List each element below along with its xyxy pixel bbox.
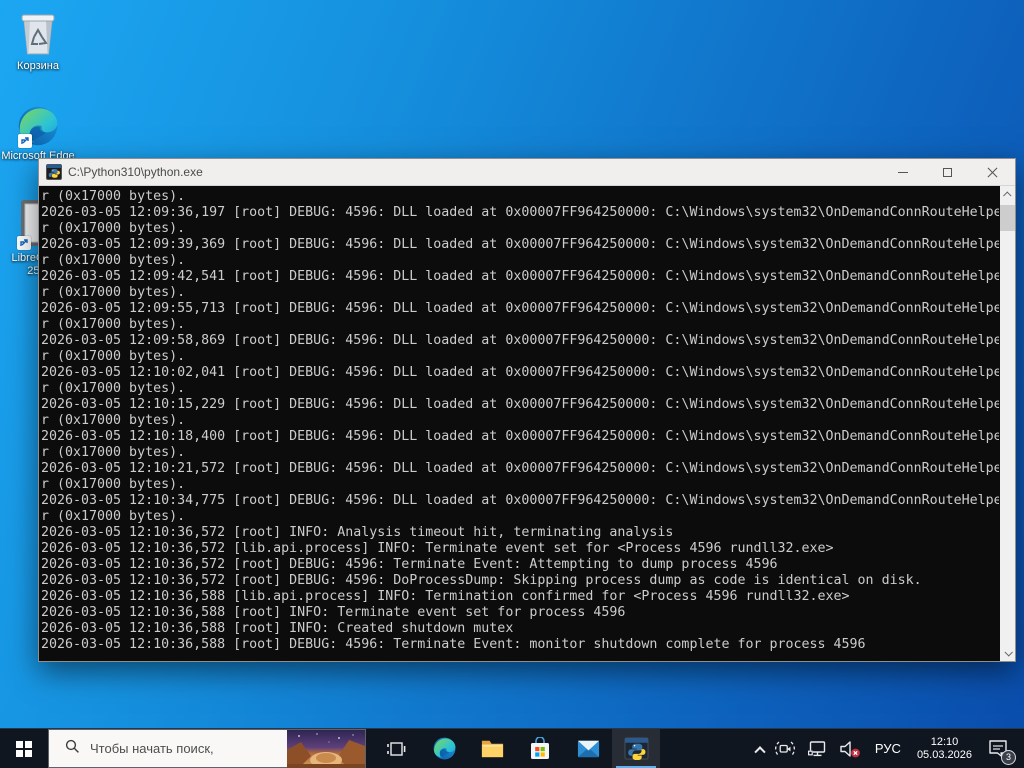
system-tray: РУС 12:10 05.03.2026 3 [751,729,1024,768]
taskbar-edge-button[interactable] [420,729,468,768]
clock-date: 05.03.2026 [916,748,972,761]
action-center-button[interactable]: 3 [980,729,1020,768]
meet-now-icon [774,740,795,757]
shortcut-arrow-icon [17,236,31,250]
console-log-line: 2026-03-05 12:09:58,869 [root] DEBUG: 45… [41,333,999,348]
show-hidden-icons-button[interactable] [751,729,769,768]
search-highlight-image[interactable] [287,730,365,768]
chevron-up-icon [1002,190,1012,200]
task-view-button[interactable] [372,729,420,768]
console-log-line: 2026-03-05 12:09:36,197 [root] DEBUG: 45… [41,205,999,220]
minimize-icon [897,171,908,173]
python-console-icon [46,164,62,180]
microsoft-store-icon [531,736,549,759]
console-log-line: 2026-03-05 12:10:36,588 [lib.api.process… [41,589,850,604]
desktop-icon-label: Корзина [17,60,59,72]
console-log-line: 2026-03-05 12:10:36,572 [root] DEBUG: 45… [41,557,778,572]
recycle-bin-icon [14,10,62,58]
vertical-scrollbar[interactable] [1000,186,1015,661]
console-log-line: r (0x17000 bytes). [41,189,186,204]
console-log-line: r (0x17000 bytes). [41,253,186,268]
console-log-line: 2026-03-05 12:10:15,229 [root] DEBUG: 45… [41,397,999,412]
console-log-line: r (0x17000 bytes). [41,413,186,428]
console-log-line: 2026-03-05 12:09:42,541 [root] DEBUG: 45… [41,269,999,284]
console-log-line: r (0x17000 bytes). [41,285,186,300]
console-log-line: 2026-03-05 12:09:55,713 [root] DEBUG: 45… [41,301,999,316]
console-log-line: 2026-03-05 12:10:36,572 [root] INFO: Ana… [41,525,674,540]
console-log-line: r (0x17000 bytes). [41,477,186,492]
scroll-down-button[interactable] [1000,645,1015,660]
console-window: C:\Python310\python.exe r (0x17000 bytes… [38,158,1016,662]
taskbar-mail-button[interactable] [564,729,612,768]
start-button[interactable] [0,729,48,768]
maximize-button[interactable] [925,159,970,186]
network-button[interactable] [801,729,833,768]
search-input[interactable] [90,741,260,756]
window-title: C:\Python310\python.exe [68,165,203,179]
console-log-line: r (0x17000 bytes). [41,349,186,364]
python-console-icon [623,737,649,761]
taskbar-python-console-button[interactable] [612,729,660,768]
taskbar: РУС 12:10 05.03.2026 3 [0,728,1024,768]
taskbar-search[interactable] [48,729,366,768]
scrollbar-thumb[interactable] [1000,205,1015,231]
chevron-up-icon [754,745,766,757]
console-log-line: r (0x17000 bytes). [41,381,186,396]
console-log-line: r (0x17000 bytes). [41,221,186,236]
console-log-line: 2026-03-05 12:10:36,588 [root] INFO: Ter… [41,605,626,620]
console-log: r (0x17000 bytes). 2026-03-05 12:09:36,19… [41,189,999,661]
clock-time: 12:10 [930,735,959,748]
search-icon [65,739,80,759]
console-log-line: 2026-03-05 12:10:02,041 [root] DEBUG: 45… [41,365,999,380]
console-log-line: r (0x17000 bytes). [41,445,186,460]
chevron-down-icon [1003,647,1013,657]
edge-icon [433,737,455,760]
taskbar-store-button[interactable] [516,729,564,768]
meet-now-button[interactable] [769,729,801,768]
taskbar-file-explorer-button[interactable] [468,729,516,768]
taskbar-apps [372,729,660,768]
console-log-line: r (0x17000 bytes). [41,509,186,524]
shortcut-arrow-icon [18,134,32,148]
console-log-line: 2026-03-05 12:10:36,588 [root] INFO: Cre… [41,621,514,636]
file-explorer-icon [481,740,503,758]
language-indicator[interactable]: РУС [867,741,909,756]
console-log-line: 2026-03-05 12:10:36,572 [root] DEBUG: 45… [41,573,922,588]
maximize-icon [943,167,952,177]
console-log-line: 2026-03-05 12:10:21,572 [root] DEBUG: 45… [41,461,999,476]
volume-muted-icon [840,740,860,757]
minimize-button[interactable] [880,159,925,186]
console-log-line: r (0x17000 bytes). [41,317,186,332]
taskbar-clock[interactable]: 12:10 05.03.2026 [909,736,980,762]
close-icon [987,167,998,178]
console-log-line: 2026-03-05 12:10:34,775 [root] DEBUG: 45… [41,493,999,508]
volume-button[interactable] [833,729,867,768]
window-titlebar[interactable]: C:\Python310\python.exe [39,159,1015,186]
desktop[interactable]: Корзина Microsoft Edge C:\Python310\pyth… [0,0,1024,768]
close-button[interactable] [970,159,1015,186]
console-log-line: 2026-03-05 12:10:36,572 [lib.api.process… [41,541,834,556]
windows-logo-icon [16,740,32,757]
console-log-line: 2026-03-05 12:09:39,369 [root] DEBUG: 45… [41,237,999,252]
task-view-icon [387,741,406,756]
console-log-line: 2026-03-05 12:10:18,400 [root] DEBUG: 45… [41,429,999,444]
console-output[interactable]: r (0x17000 bytes). 2026-03-05 12:09:36,19… [39,186,1015,661]
desktop-icon-recycle-bin[interactable]: Корзина [0,10,76,73]
desktop-icon-microsoft-edge[interactable]: Microsoft Edge [0,104,76,163]
mail-icon [577,740,599,758]
console-log-line: 2026-03-05 12:10:36,588 [root] DEBUG: 45… [41,637,866,652]
network-icon [807,740,826,756]
edge-icon [16,104,60,148]
scroll-up-button[interactable] [1000,187,1015,202]
notification-badge: 3 [1001,749,1016,765]
